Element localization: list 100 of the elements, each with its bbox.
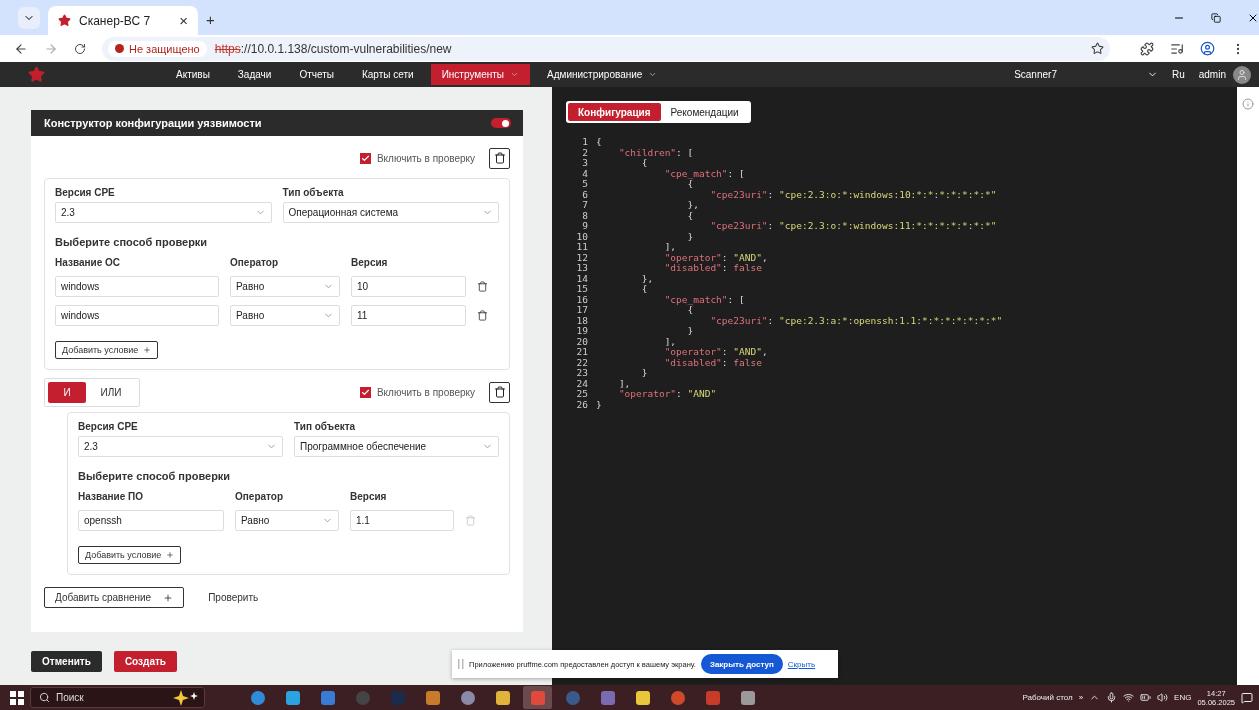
line-number: 10	[575, 231, 588, 242]
code-line: "disabled": false	[663, 263, 762, 274]
code-line: {	[596, 137, 602, 148]
delete-icon[interactable]	[477, 310, 488, 321]
object-type-select[interactable]: Операционная система	[282, 202, 499, 223]
preview-tab[interactable]: Конфигурация	[568, 103, 661, 121]
line-number: 3	[581, 158, 588, 169]
check-button[interactable]: Проверить	[202, 591, 265, 604]
cancel-button[interactable]: Отменить	[31, 651, 102, 672]
notification-icon[interactable]	[1241, 691, 1253, 704]
line-number: 8	[581, 210, 588, 221]
checkbox[interactable]	[359, 386, 371, 398]
volume-icon[interactable]	[1157, 692, 1169, 703]
extensions-icon[interactable]	[1140, 41, 1154, 56]
code-line: }	[686, 231, 694, 242]
card-title: Конструктор конфигурации уязвимости	[44, 117, 262, 129]
plus-icon	[143, 346, 152, 354]
code-line: {	[640, 158, 648, 169]
address-bar[interactable]: Не защищено https://10.0.1.138/custom-vulnerabilities/new	[102, 36, 1110, 61]
operator-select[interactable]: Равно	[235, 510, 339, 531]
logic-option[interactable]: И	[48, 381, 86, 403]
network-icon[interactable]	[1123, 692, 1135, 703]
code-line: {	[686, 210, 694, 221]
app-icon	[670, 690, 685, 705]
avatar-icon[interactable]	[1233, 65, 1251, 84]
hide-link[interactable]: Скрыть	[787, 659, 816, 669]
section-heading: Выберите способ проверки	[55, 236, 209, 248]
app-icon	[495, 690, 510, 705]
media-icon[interactable]	[1170, 41, 1184, 56]
nav-item[interactable]: Задачи	[226, 64, 283, 85]
section-heading: Выберите способ проверки	[78, 470, 232, 482]
reload-icon[interactable]	[74, 42, 86, 55]
tab-list-button[interactable]	[18, 7, 40, 29]
delete-button[interactable]	[489, 381, 510, 403]
restore-icon[interactable]	[1211, 12, 1221, 23]
delete-button[interactable]	[489, 147, 510, 169]
microphone-icon[interactable]	[1106, 692, 1118, 703]
language-indicator[interactable]: ENG	[1174, 693, 1192, 702]
taskbar-search[interactable]: Поиск	[30, 687, 205, 708]
app-icon	[320, 690, 335, 705]
nav-item[interactable]: Активы	[165, 64, 221, 85]
nav-item[interactable]: Отчеты	[288, 64, 345, 85]
object-type-select[interactable]: Программное обеспечение	[294, 436, 499, 457]
close-tab[interactable]: ×	[179, 13, 188, 28]
line-number: 24	[575, 378, 588, 389]
back-icon[interactable]	[14, 41, 28, 56]
app-icon	[635, 690, 650, 705]
profile-icon[interactable]	[1200, 41, 1215, 56]
checkbox[interactable]	[359, 152, 371, 164]
desktop-label[interactable]: Рабочий стол	[1022, 693, 1073, 702]
security-chip[interactable]: Не защищено	[108, 40, 207, 57]
line-number: 9	[581, 221, 588, 232]
logic-option[interactable]: ИЛИ	[92, 381, 130, 403]
toggle-switch[interactable]	[491, 118, 511, 128]
star-icon	[58, 14, 71, 27]
add-condition-button[interactable]: Добавить условие	[55, 341, 159, 359]
code-line: "cpe23uri": "cpe:2.3:a:*:openssh:1.1:*:*:*:*:*:*:*"	[709, 315, 1003, 326]
user-name: admin	[1198, 69, 1226, 80]
grip-icon[interactable]	[458, 659, 464, 669]
line-number: 1	[581, 137, 588, 148]
name-input[interactable]: windows	[55, 305, 219, 326]
nav-item[interactable]: Инструменты	[430, 64, 530, 85]
language-label: Ru	[1171, 69, 1185, 80]
cpe-version-select[interactable]: 2.3	[55, 202, 272, 223]
line-number: 2	[581, 147, 588, 158]
nav-item[interactable]: Администрирование	[536, 64, 669, 85]
star-icon[interactable]	[1091, 42, 1104, 55]
more-toggle[interactable]: »	[1078, 693, 1084, 702]
column-label: Версия	[350, 491, 388, 502]
logo-icon[interactable]	[28, 66, 45, 83]
version-input[interactable]: 10	[351, 276, 466, 297]
operator-select[interactable]: Равно	[230, 276, 340, 297]
operator-select[interactable]: Равно	[230, 305, 340, 326]
name-input[interactable]: windows	[55, 276, 219, 297]
line-number: 16	[575, 294, 588, 305]
line-number: 18	[575, 315, 588, 326]
version-input[interactable]: 11	[351, 305, 466, 326]
new-tab-button[interactable]: +	[206, 12, 215, 27]
column-label: Название ПО	[78, 491, 144, 502]
version-input[interactable]: 1.1	[350, 510, 454, 531]
nav-item[interactable]: Карты сети	[351, 64, 425, 85]
add-condition-button[interactable]: Добавить условие	[78, 546, 182, 564]
name-input[interactable]: openssh	[78, 510, 224, 531]
line-number: 19	[575, 326, 588, 337]
line-number: 4	[581, 168, 588, 179]
create-button[interactable]: Создать	[113, 651, 177, 672]
browser-tab[interactable]: Сканер-ВС 7 ×	[48, 6, 198, 35]
stop-sharing-button[interactable]: Закрыть доступ	[700, 654, 783, 674]
trash-icon	[493, 386, 506, 398]
line-number: 6	[581, 189, 588, 200]
code-line: }	[640, 368, 648, 379]
column-label: Оператор	[230, 257, 280, 268]
delete-icon[interactable]	[477, 281, 488, 292]
code-line: "children": [	[617, 147, 694, 158]
battery-icon[interactable]	[1140, 692, 1152, 703]
add-comparison-button[interactable]: Добавить сравнение	[44, 587, 185, 608]
code-line: },	[640, 273, 654, 284]
scanner-name: Scanner7	[1014, 69, 1057, 80]
cpe-version-select[interactable]: 2.3	[78, 436, 283, 457]
code-line: "disabled": false	[663, 357, 762, 368]
